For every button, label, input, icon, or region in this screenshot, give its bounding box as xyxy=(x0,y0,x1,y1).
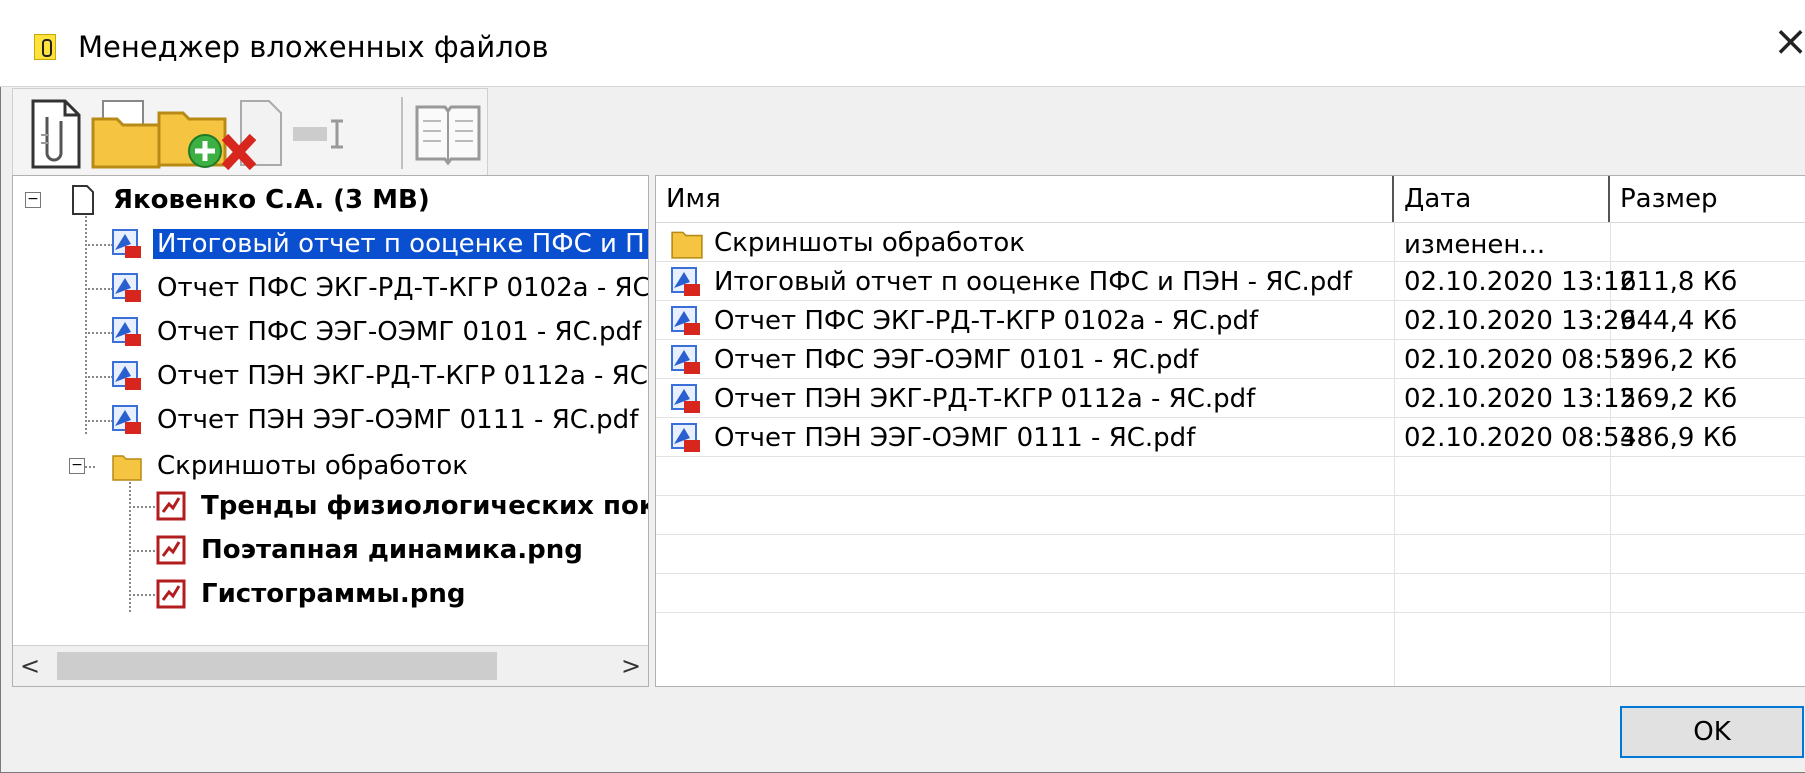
rename-icon[interactable] xyxy=(285,95,359,173)
tree-item[interactable]: Тренды физиологических показ xyxy=(155,484,648,528)
tree-item[interactable]: Отчет ПФС ЭЭГ-ОЭМГ 0101 - ЯС.pdf xyxy=(111,310,645,354)
tree-connector xyxy=(85,376,113,378)
pdf-file-icon xyxy=(112,361,141,390)
delete-file-icon[interactable] xyxy=(217,95,291,173)
horizontal-scrollbar[interactable]: < > xyxy=(13,645,648,686)
list-row[interactable]: Итоговый отчет п ооценке ПФС и ПЭН - ЯС.… xyxy=(656,263,1805,302)
tree-connector xyxy=(85,244,113,246)
scrollbar-thumb[interactable] xyxy=(57,652,497,680)
column-header-date[interactable]: Дата изменен... xyxy=(1394,176,1610,260)
tree-connector xyxy=(85,288,113,290)
folder-icon xyxy=(671,231,703,259)
pdf-file-icon xyxy=(671,423,700,452)
list-row[interactable]: Отчет ПФС ЭКГ-РД-Т-КГР 0102а - ЯС.pdf 02… xyxy=(656,302,1805,341)
pdf-file-icon xyxy=(671,267,700,296)
tree-root[interactable]: Яковенко С.А. (3 MB) xyxy=(67,178,434,222)
tree-connector xyxy=(85,466,95,468)
pdf-file-icon xyxy=(112,273,141,302)
pdf-file-icon xyxy=(671,345,700,374)
tree-item[interactable]: Отчет ПЭН ЭЭГ-ОЭМГ 0111 - ЯС.pdf xyxy=(111,398,642,442)
grid-line xyxy=(656,573,1805,574)
column-header-size[interactable]: Размер xyxy=(1610,176,1805,222)
toolbar xyxy=(12,88,488,176)
tree-connector xyxy=(129,482,131,612)
tree-item[interactable]: Отчет ПФС ЭКГ-РД-Т-КГР 0102а - ЯС xyxy=(111,266,648,310)
tree-connector xyxy=(85,420,113,422)
tree-item[interactable]: Отчет ПЭН ЭКГ-РД-Т-КГР 0112а - ЯС xyxy=(111,354,648,398)
pdf-file-icon xyxy=(671,306,700,335)
tree-connector xyxy=(85,332,113,334)
pdf-file-icon xyxy=(112,229,141,258)
close-button[interactable]: × xyxy=(1773,20,1805,62)
ok-button[interactable]: OK xyxy=(1620,706,1804,758)
paperclip-icon xyxy=(34,34,56,60)
grid-line xyxy=(656,612,1805,613)
image-file-icon xyxy=(156,579,186,609)
list-row[interactable]: Отчет ПЭН ЭКГ-РД-Т-КГР 0112а - ЯС.pdf 02… xyxy=(656,380,1805,419)
list-row[interactable]: Скриншоты обработок xyxy=(656,224,1805,263)
list-header: Имя Дата изменен... Размер xyxy=(656,176,1805,260)
pdf-file-icon xyxy=(112,317,141,346)
tree-connector xyxy=(85,216,87,434)
document-icon xyxy=(72,185,94,215)
window-title: Менеджер вложенных файлов xyxy=(78,30,549,64)
attach-file-icon[interactable] xyxy=(19,95,93,173)
tree-connector xyxy=(129,550,155,552)
grid-line xyxy=(656,534,1805,535)
read-book-icon[interactable] xyxy=(411,95,485,173)
tree-connector xyxy=(129,506,155,508)
column-header-name[interactable]: Имя xyxy=(656,176,1394,222)
tree-item[interactable]: Гистограммы.png xyxy=(155,572,470,616)
pdf-file-icon xyxy=(671,384,700,413)
open-folder-icon[interactable] xyxy=(89,95,163,173)
toolbar-separator xyxy=(401,97,403,169)
tree-connector xyxy=(129,594,155,596)
scroll-right-button[interactable]: > xyxy=(616,650,646,682)
list-row[interactable]: Отчет ПЭН ЭЭГ-ОЭМГ 0111 - ЯС.pdf 02.10.2… xyxy=(656,419,1805,458)
tree-item-selected[interactable]: Итоговый отчет п ооценке ПФС и П xyxy=(111,222,648,266)
folder-icon xyxy=(112,455,142,481)
pdf-file-icon xyxy=(112,405,141,434)
scroll-left-button[interactable]: < xyxy=(15,650,45,682)
collapse-expander[interactable]: − xyxy=(25,192,41,208)
title-bar: Менеджер вложенных файлов × xyxy=(0,0,1805,87)
file-list-view[interactable]: Имя Дата изменен... Размер Скриншоты обр… xyxy=(655,175,1805,687)
grid-line xyxy=(656,495,1805,496)
collapse-expander[interactable]: − xyxy=(69,458,85,474)
tree-view[interactable]: − Яковенко С.А. (3 MB) Итоговый отчет п … xyxy=(12,175,649,687)
list-row[interactable]: Отчет ПФС ЭЭГ-ОЭМГ 0101 - ЯС.pdf 02.10.2… xyxy=(656,341,1805,380)
tree-folder[interactable]: Скриншоты обработок xyxy=(111,444,472,488)
tree-item[interactable]: Поэтапная динамика.png xyxy=(155,528,587,572)
image-file-icon xyxy=(156,535,186,565)
image-file-icon xyxy=(156,491,186,521)
